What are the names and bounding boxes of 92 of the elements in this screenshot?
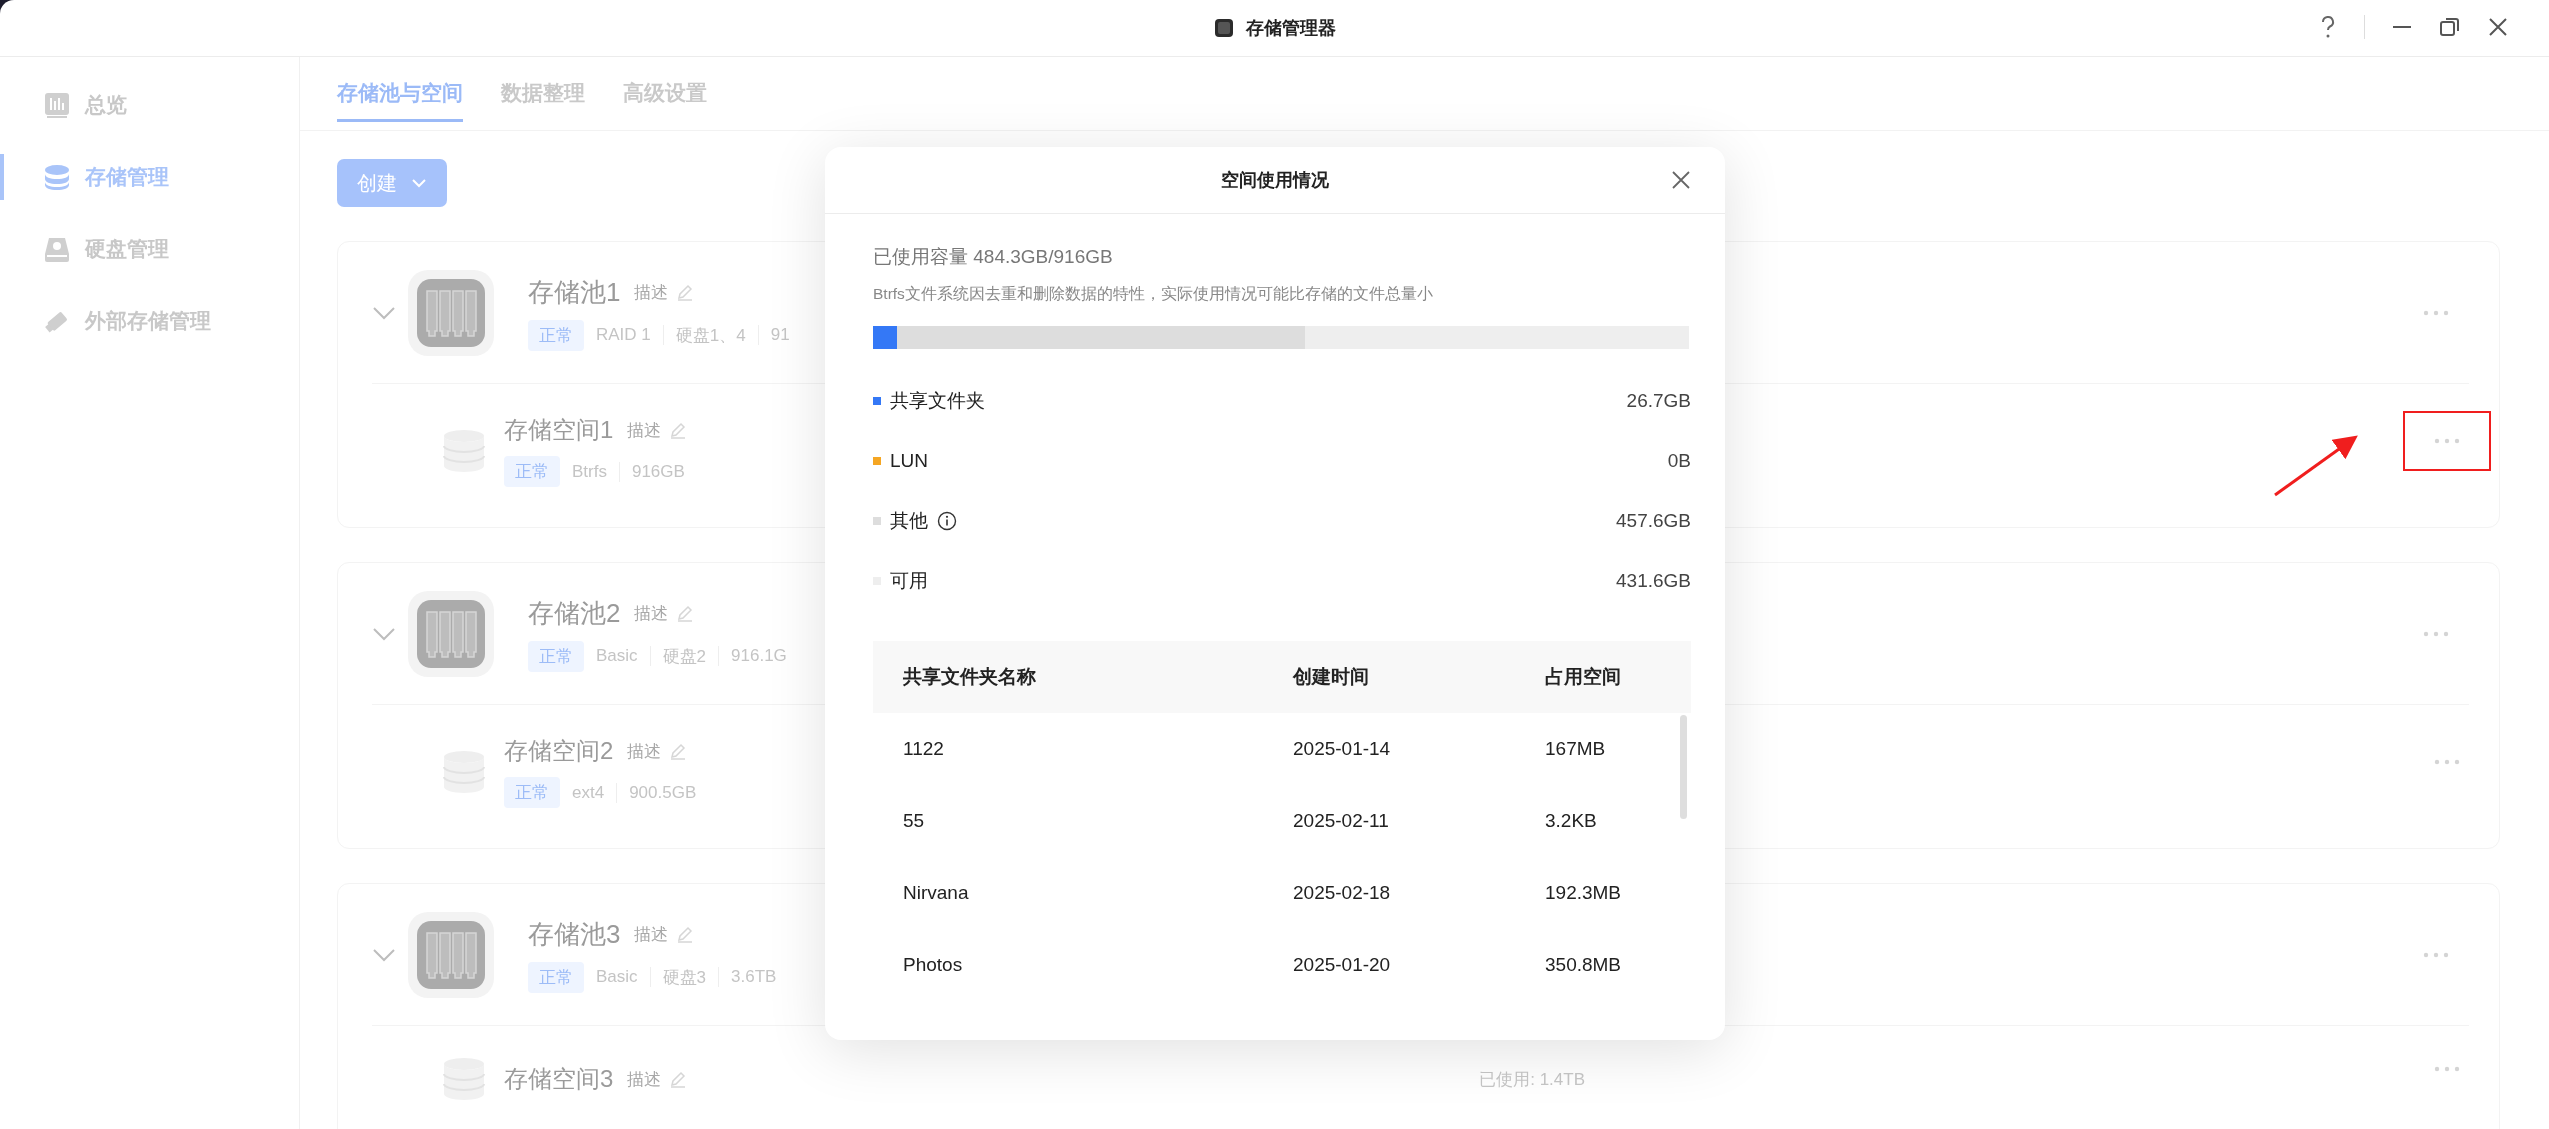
pencil-icon[interactable]: [676, 283, 695, 301]
status-badge: 正常: [504, 456, 560, 487]
meta-label: 硬盘1、4: [675, 324, 746, 347]
description-link[interactable]: 描述: [634, 922, 669, 946]
tab[interactable]: 存储池与空间: [337, 79, 463, 122]
pencil-icon[interactable]: [676, 604, 695, 622]
note-text: Btrfs文件系统因去重和删除数据的特性，实际使用情况可能比存储的文件总量小: [873, 284, 1434, 304]
app-icon: [1213, 18, 1234, 38]
legend-value: 431.6GB: [1616, 570, 1691, 592]
pool-name: 存储池2: [528, 596, 621, 630]
description-link[interactable]: 描述: [634, 280, 669, 304]
table-cell-text: Nirvana: [902, 882, 970, 904]
storage-volume-icon: [442, 1056, 486, 1102]
used-capacity: 已使用容量 484.3GB/916GB: [873, 245, 1114, 269]
legend-label: 可用: [890, 569, 928, 593]
bar-chart-icon: [44, 92, 70, 118]
meta-label: 900.5GB: [629, 782, 697, 803]
table-cell-text: Photos: [902, 954, 964, 976]
more-icon[interactable]: [2434, 758, 2460, 765]
more-icon[interactable]: [2423, 630, 2449, 637]
legend-label: 其他: [890, 509, 928, 533]
meta-label: 916GB: [631, 461, 685, 482]
table-cell-text: 1122: [902, 738, 945, 760]
column-header: 共享文件夹名称: [902, 665, 1037, 689]
pencil-icon[interactable]: [669, 421, 688, 439]
chevron-down-icon: [411, 178, 427, 188]
status-badge: 正常: [504, 777, 560, 808]
legend-value: 0B: [1667, 450, 1691, 472]
meta-label: 91: [770, 325, 790, 345]
column-header: 创建时间: [1291, 665, 1370, 689]
description-link[interactable]: 描述: [627, 1067, 662, 1091]
table-cell-text: 55: [902, 810, 926, 832]
meta-label: 3.6TB: [731, 967, 777, 987]
column-header: 占用空间: [1544, 665, 1622, 689]
scrollbar-thumb[interactable]: [1680, 715, 1687, 819]
pencil-icon[interactable]: [669, 1070, 688, 1088]
description-link[interactable]: 描述: [627, 418, 662, 442]
more-button[interactable]: [2403, 410, 2491, 471]
status-badge: 正常: [528, 961, 584, 993]
status-badge: 正常: [528, 319, 584, 351]
chevron-down-icon[interactable]: [372, 947, 396, 962]
info-icon[interactable]: [937, 511, 957, 531]
table-cell-text: 350.8MB: [1544, 954, 1623, 976]
close-icon[interactable]: [1671, 170, 1691, 190]
description-link[interactable]: 描述: [627, 739, 662, 763]
meta-label: ext4: [572, 782, 605, 803]
pencil-icon[interactable]: [669, 742, 688, 760]
meta-label: RAID 1: [596, 325, 651, 345]
table-cell-text: 2025-02-11: [1292, 810, 1390, 832]
restore-icon[interactable]: [2439, 16, 2461, 38]
more-icon[interactable]: [2434, 1066, 2460, 1072]
more-icon[interactable]: [2423, 309, 2449, 316]
sidebar-item[interactable]: 存储管理: [0, 154, 299, 200]
meta-label: 916.1G: [731, 646, 787, 666]
meta-label: 硬盘3: [662, 966, 707, 989]
legend-value: 457.6GB: [1616, 510, 1691, 532]
storage-volume-icon: [442, 427, 486, 474]
meta-label: 硬盘2: [662, 645, 707, 668]
chevron-down-icon[interactable]: [372, 626, 396, 641]
pencil-icon[interactable]: [676, 925, 695, 943]
storage-pool-icon: [408, 269, 494, 356]
close-icon[interactable]: [2487, 16, 2509, 38]
table-cell-text: 2025-01-20: [1292, 954, 1392, 976]
meta-label: Basic: [596, 967, 638, 987]
table-cell-text: 2025-01-14: [1292, 738, 1392, 760]
create-button[interactable]: 创建: [337, 159, 447, 207]
storage-pool-icon: [408, 911, 494, 998]
database-icon: [44, 164, 70, 190]
legend-label: 共享文件夹: [890, 389, 985, 413]
space-name: 存储空间1: [504, 415, 614, 445]
pool-name: 存储池3: [528, 917, 621, 951]
storage-volume-icon: [442, 748, 486, 795]
meta-label: Basic: [596, 646, 638, 666]
description-link[interactable]: 描述: [634, 601, 669, 625]
dialog-title: 空间使用情况: [1221, 169, 1329, 192]
space-name: 存储空间3: [504, 1064, 614, 1094]
table-cell-text: 3.2KB: [1544, 810, 1598, 832]
status-badge: 正常: [528, 640, 584, 672]
table-cell-text: 167MB: [1544, 738, 1607, 760]
table-cell-text: 192.3MB: [1544, 882, 1623, 904]
table-cell-text: 2025-02-18: [1292, 882, 1392, 904]
legend-label: LUN: [890, 450, 928, 472]
chevron-down-icon[interactable]: [372, 305, 396, 320]
pool-name: 存储池1: [528, 275, 621, 309]
more-icon[interactable]: [2423, 951, 2449, 958]
meta-label: Btrfs: [572, 461, 607, 482]
legend-value: 26.7GB: [1626, 390, 1691, 412]
space-name: 存储空间2: [504, 736, 614, 766]
window-title: 存储管理器: [1245, 17, 1336, 40]
usage-text: 已使用: 1.4TB: [1479, 1068, 1585, 1091]
storage-pool-icon: [408, 590, 494, 677]
hard-drive-icon: [44, 236, 70, 262]
